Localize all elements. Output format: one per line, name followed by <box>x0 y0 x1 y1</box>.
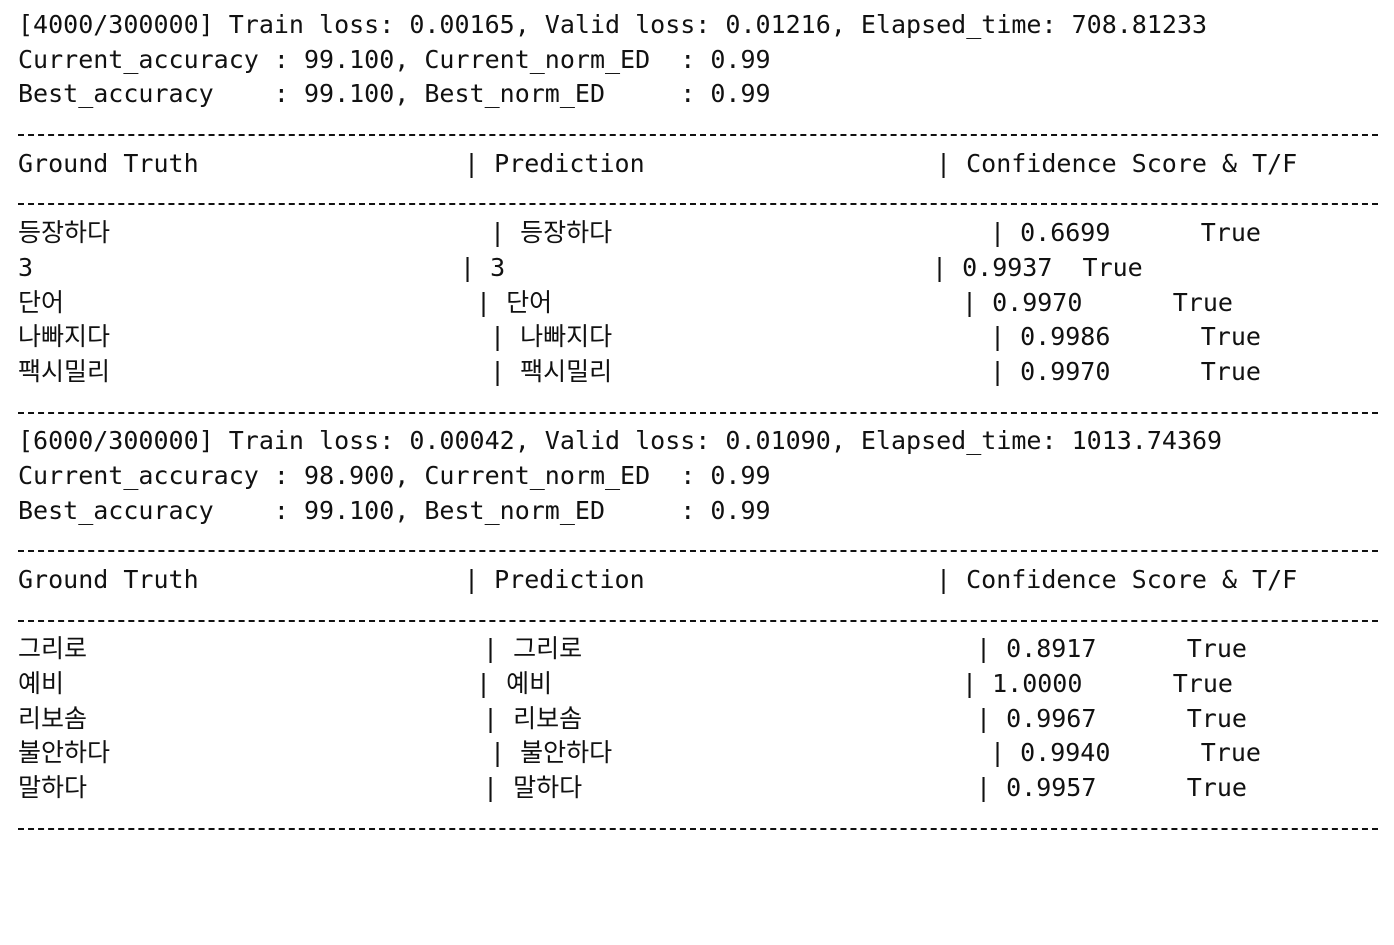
current-accuracy-line: Current_accuracy : 99.100, Current_norm_… <box>18 44 771 74</box>
current-accuracy-line: Current_accuracy : 98.900, Current_norm_… <box>18 460 771 490</box>
table-header: Ground Truth | Prediction | Confidence S… <box>18 563 1378 598</box>
status-line: [4000/300000] Train loss: 0.00165, Valid… <box>18 10 1208 39</box>
prediction-cell: | 팩시밀리 <box>490 356 613 386</box>
table-row: 나빠지다 | 나빠지다 | 0.9986 True <box>18 320 1378 355</box>
ground-truth-cell: 리보솜 <box>18 703 88 733</box>
confidence-cell: | 0.9970 True <box>962 287 1233 317</box>
prediction-cell: | 그리로 <box>483 634 583 664</box>
table-row: 예비 | 예비 | 1.0000 True <box>18 667 1378 702</box>
confidence-cell: | 0.9957 True <box>976 773 1247 803</box>
ground-truth-cell: 그리로 <box>18 634 88 664</box>
dashed-separator <box>18 806 1378 841</box>
ground-truth-cell: 말하다 <box>18 773 88 803</box>
prediction-cell: | 말하다 <box>483 773 583 803</box>
terminal-output: [4000/300000] Train loss: 0.00165, Valid… <box>18 8 1378 841</box>
header-ground-truth: Ground Truth <box>18 148 199 178</box>
dashed-separator <box>18 598 1378 633</box>
ground-truth-cell: 나빠지다 <box>18 322 111 352</box>
ground-truth-cell: 단어 <box>18 287 65 317</box>
table-row: 단어 | 단어 | 0.9970 True <box>18 286 1378 321</box>
dashed-separator <box>18 390 1378 425</box>
header-prediction: | Prediction <box>464 148 645 178</box>
dashed-separator <box>18 181 1378 216</box>
best-accuracy-line: Best_accuracy : 99.100, Best_norm_ED : 0… <box>18 495 771 525</box>
table-row: 리보솜 | 리보솜 | 0.9967 True <box>18 702 1378 737</box>
table-row: 팩시밀리 | 팩시밀리 | 0.9970 True <box>18 355 1378 390</box>
header-confidence: | Confidence Score & T/F <box>936 565 1298 594</box>
confidence-cell: | 0.8917 True <box>976 634 1247 664</box>
header-ground-truth: Ground Truth <box>18 565 199 594</box>
header-prediction: | Prediction <box>464 565 645 594</box>
confidence-cell: | 0.9967 True <box>976 703 1247 733</box>
table-row: 등장하다 | 등장하다 | 0.6699 True <box>18 216 1378 251</box>
prediction-cell: | 나빠지다 <box>490 322 613 352</box>
prediction-cell: | 리보솜 <box>483 703 583 733</box>
header-confidence: | Confidence Score & T/F <box>936 148 1298 178</box>
dashed-separator <box>18 528 1378 563</box>
ground-truth-cell: 3 <box>18 252 34 282</box>
confidence-cell: | 0.9937 True <box>932 252 1143 282</box>
ground-truth-cell: 예비 <box>18 669 65 699</box>
prediction-cell: | 단어 <box>476 287 553 317</box>
best-accuracy-line: Best_accuracy : 99.100, Best_norm_ED : 0… <box>18 79 771 109</box>
ground-truth-cell: 팩시밀리 <box>18 356 111 386</box>
table-header: Ground Truth | Prediction | Confidence S… <box>18 147 1378 182</box>
confidence-cell: | 0.9986 True <box>990 322 1261 352</box>
table-row: 그리로 | 그리로 | 0.8917 True <box>18 632 1378 667</box>
prediction-cell: | 3 <box>460 252 506 282</box>
confidence-cell: | 0.6699 True <box>990 218 1261 248</box>
table-row: 3 | 3 | 0.9937 True <box>18 251 1378 286</box>
dashed-separator <box>18 112 1378 147</box>
confidence-cell: | 0.9970 True <box>990 356 1261 386</box>
table-row: 불안하다 | 불안하다 | 0.9940 True <box>18 736 1378 771</box>
prediction-cell: | 등장하다 <box>490 218 613 248</box>
table-row: 말하다 | 말하다 | 0.9957 True <box>18 771 1378 806</box>
confidence-cell: | 0.9940 True <box>990 738 1261 768</box>
status-line: [6000/300000] Train loss: 0.00042, Valid… <box>18 426 1223 456</box>
prediction-cell: | 예비 <box>476 669 553 699</box>
ground-truth-cell: 불안하다 <box>18 738 111 768</box>
prediction-cell: | 불안하다 <box>490 738 613 768</box>
ground-truth-cell: 등장하다 <box>18 218 111 248</box>
confidence-cell: | 1.0000 True <box>962 669 1233 699</box>
